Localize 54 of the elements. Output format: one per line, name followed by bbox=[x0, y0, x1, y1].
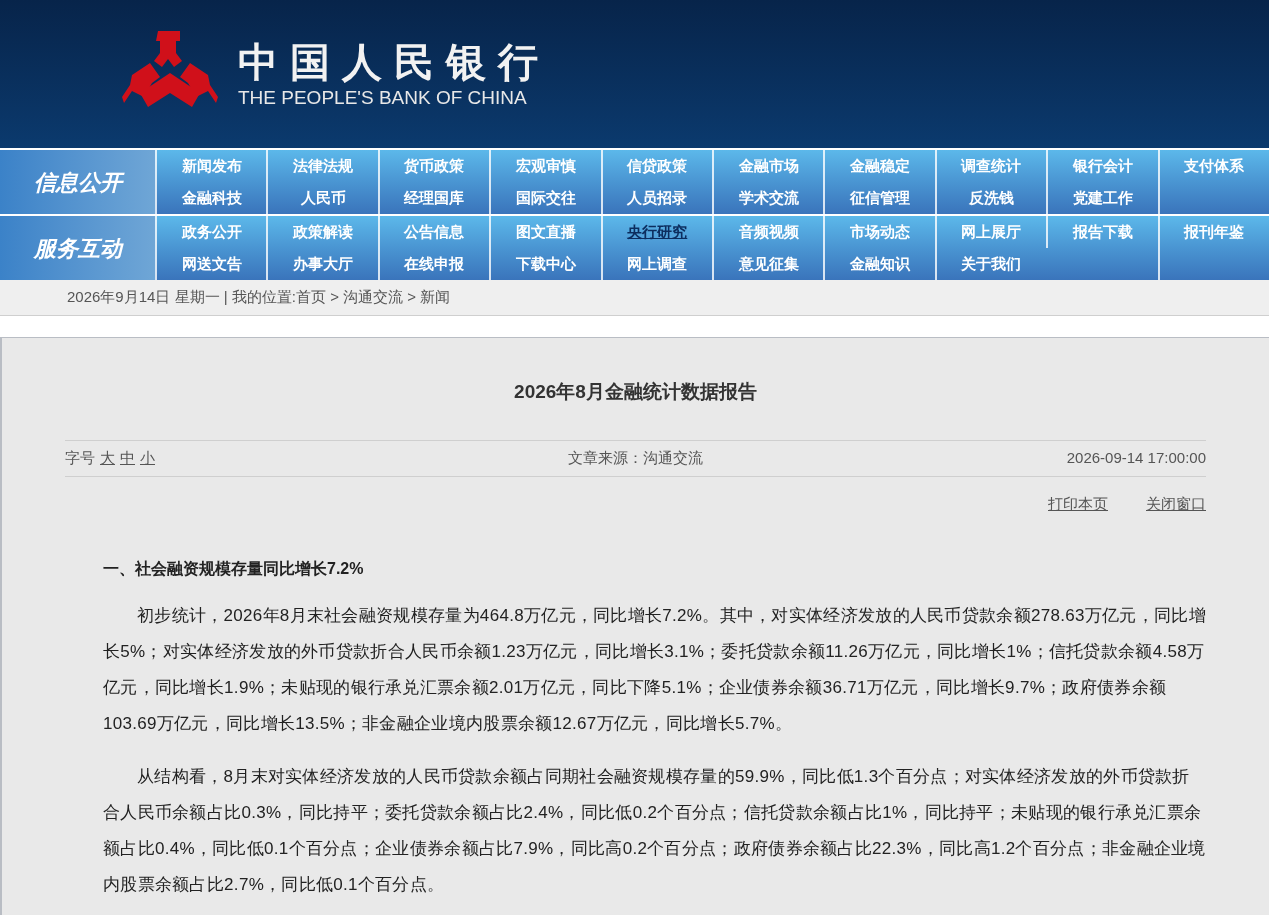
nav-link[interactable]: 下载中心 bbox=[515, 252, 576, 276]
nav-link[interactable]: 市场动态 bbox=[850, 220, 911, 244]
nav-link[interactable]: 国际交往 bbox=[515, 186, 576, 210]
nav-link[interactable]: 央行研究 bbox=[627, 220, 688, 244]
article-paragraph: 从结构看，8月末对实体经济发放的人民币贷款余额占同期社会融资规模存量的59.9%，同比低1.3个百分点；对实体经济发放的外币贷款折合人民币余额占比0.3%，同比持平；委托贷款余额占比2.4%，同比低0.2个百分点；信托贷款余额占比1%，同比持平；未贴现的银行承兑汇票余额占比0.4%，同比低0.1个百分点；企业债券余额占比7.9%，同比高0.2个百分点；政府债券余额占比22.3%，同比高1.2个百分点；非金融企业境内股票余额占比2.7%，同比低0.1个百分点。 bbox=[103, 766, 1206, 896]
nav-link[interactable]: 音频视频 bbox=[738, 220, 799, 244]
nav-section-label: 服务互动 bbox=[0, 216, 155, 280]
nav-section-label: 信息公开 bbox=[0, 150, 155, 214]
page-action-link[interactable]: 打印本页 bbox=[1048, 492, 1108, 515]
nav-link[interactable]: 意见征集 bbox=[738, 252, 799, 276]
nav-link[interactable]: 学术交流 bbox=[738, 186, 799, 210]
nav-link[interactable]: 新闻发布 bbox=[181, 154, 242, 178]
nav-link[interactable]: 政策解读 bbox=[293, 220, 354, 244]
nav-link[interactable]: 报告下载 bbox=[1072, 220, 1133, 244]
font-size-label: 字号 bbox=[65, 447, 95, 468]
nav-link[interactable]: 征信管理 bbox=[850, 186, 911, 210]
article-source: 文章来源：沟通交流 bbox=[568, 447, 703, 468]
nav-link[interactable]: 网上调查 bbox=[627, 252, 688, 276]
nav-link[interactable]: 报刊年鉴 bbox=[1184, 220, 1245, 244]
nav-link[interactable]: 货币政策 bbox=[404, 154, 465, 178]
article-paragraph: 初步统计，2026年8月末社会融资规模存量为464.8万亿元，同比增长7.2%。其中，对实体经济发放的人民币贷款余额278.63万亿元，同比增长5%；对实体经济发放的外币贷款折合人民币余额1.23万亿元，同比增长3.1%；委托贷款余额11.26万亿元，同比增长1%；信托贷款余额4.58万亿元，同比增长1.9%；未贴现的银行承兑汇票余额2.01万亿元，同比下降5.1%；企业债券余额36.71万亿元，同比增长9.7%；政府债券余额103.69万亿元，同比增长13.5%；非金融企业境内股票余额12.67万亿元，同比增长5.7%。 bbox=[103, 605, 1206, 735]
article-datetime: 2026-09-14 17:00:00 bbox=[1065, 447, 1206, 468]
nav-link[interactable]: 办事大厅 bbox=[293, 252, 354, 276]
nav-link[interactable]: 反洗钱 bbox=[969, 186, 1014, 210]
nav-link[interactable]: 金融稳定 bbox=[850, 154, 911, 178]
nav-link[interactable]: 银行会计 bbox=[1072, 154, 1133, 178]
nav-link[interactable]: 金融市场 bbox=[738, 154, 799, 178]
font-size-link[interactable]: 小 bbox=[140, 446, 155, 470]
font-size-link[interactable]: 大 bbox=[100, 446, 115, 470]
nav-link[interactable]: 公告信息 bbox=[404, 220, 465, 244]
font-size-link[interactable]: 中 bbox=[120, 446, 135, 470]
breadcrumb: 2026年9月14日 星期一 | 我的位置:首页 > 沟通交流 > 新闻 bbox=[67, 287, 451, 308]
logo-title: 中国人民银行 bbox=[238, 38, 550, 86]
nav-link[interactable]: 支付体系 bbox=[1184, 154, 1245, 178]
nav-link[interactable]: 网送文告 bbox=[181, 252, 242, 276]
nav-link[interactable]: 经理国库 bbox=[404, 186, 465, 210]
nav-link[interactable]: 在线申报 bbox=[404, 252, 465, 276]
nav-link[interactable]: 网上展厅 bbox=[961, 220, 1022, 244]
nav-link[interactable]: 法律法规 bbox=[293, 154, 354, 178]
nav-link[interactable]: 政务公开 bbox=[181, 220, 242, 244]
section-heading: 一、社会融资规模存量同比增长7.2% bbox=[103, 559, 365, 579]
page-action-link[interactable]: 关闭窗口 bbox=[1146, 492, 1206, 515]
nav-link[interactable]: 金融科技 bbox=[181, 186, 242, 210]
nav-link[interactable]: 党建工作 bbox=[1072, 186, 1133, 210]
nav-link[interactable]: 人员招录 bbox=[627, 186, 688, 210]
nav-link[interactable]: 金融知识 bbox=[850, 252, 911, 276]
nav-link[interactable]: 调查统计 bbox=[961, 154, 1022, 178]
nav-link[interactable]: 关于我们 bbox=[961, 252, 1022, 276]
logo-subtitle: THE PEOPLE'S BANK OF CHINA bbox=[238, 86, 528, 110]
nav-link[interactable]: 宏观审慎 bbox=[515, 154, 576, 178]
article-title: 2026年8月金融统计数据报告 bbox=[513, 380, 758, 404]
nav-link[interactable]: 人民币 bbox=[300, 186, 346, 210]
nav-link[interactable]: 图文直播 bbox=[515, 220, 576, 244]
nav-link[interactable]: 信贷政策 bbox=[627, 154, 688, 178]
